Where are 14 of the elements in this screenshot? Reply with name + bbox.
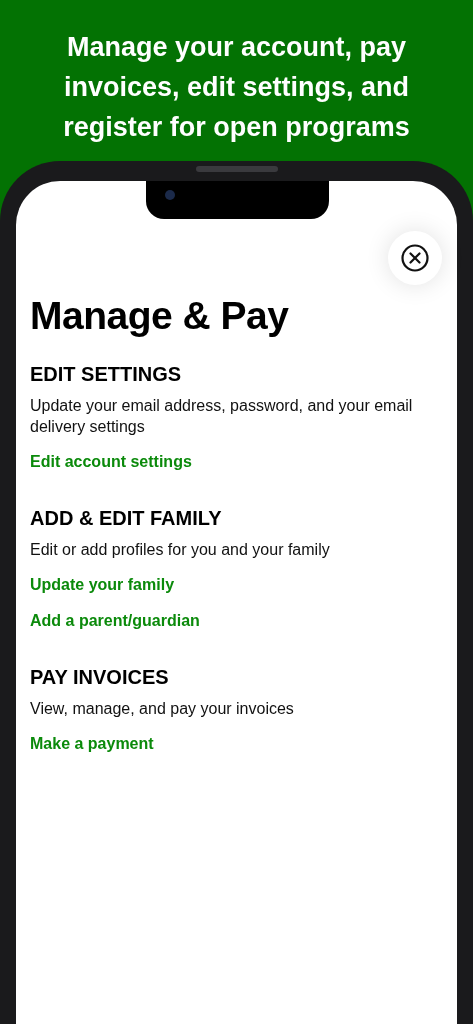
section-link[interactable]: Make a payment [30, 733, 154, 755]
section-description: Update your email address, password, and your email delivery settings [30, 396, 414, 437]
section-link[interactable]: Update your family [30, 574, 175, 596]
section-heading: ADD & EDIT FAMILY [30, 506, 223, 531]
section-description: Edit or add profiles for you and your family [30, 540, 331, 560]
section-heading: PAY INVOICES [30, 665, 170, 690]
section-description: View, manage, and pay your invoices [30, 699, 295, 719]
headline: Manage your account, pay invoices, edit settings, and register for open programs [62, 31, 411, 144]
section-heading: EDIT SETTINGS [30, 362, 183, 387]
close-icon [401, 244, 429, 272]
section-link[interactable]: Add a parent/guardian [30, 610, 200, 632]
section-link[interactable]: Edit account settings [30, 451, 192, 473]
page-title: Manage & Pay [30, 293, 290, 339]
camera-icon [165, 190, 175, 200]
